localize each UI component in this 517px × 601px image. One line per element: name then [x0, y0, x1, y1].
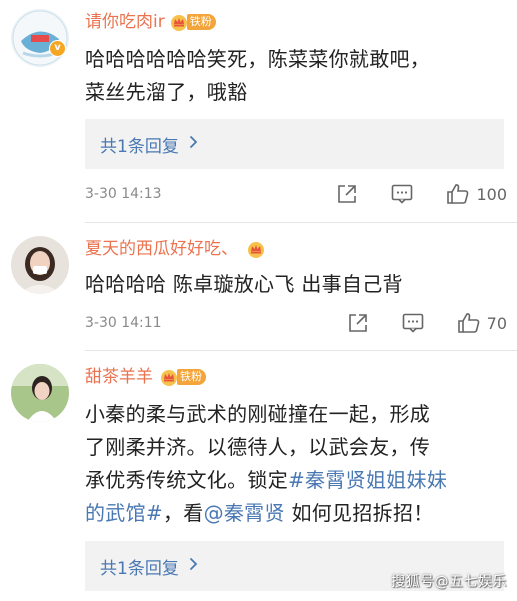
- like-icon: [457, 311, 481, 335]
- comment-text-segment: 如何见招拆招！: [284, 501, 434, 525]
- comment-button[interactable]: [391, 184, 413, 204]
- comment-text-segment: 承优秀传统文化。锁定: [85, 468, 288, 492]
- username[interactable]: 夏天的西瓜好好吃、: [85, 238, 238, 260]
- username[interactable]: 甜茶羊羊: [85, 366, 153, 388]
- watermark: 搜狐号@五七娱乐: [391, 574, 507, 590]
- comment-text-line: 菜丝先溜了，哦豁: [85, 80, 248, 104]
- mention-link[interactable]: @秦霄贤: [204, 501, 285, 525]
- avatar[interactable]: [11, 236, 69, 294]
- comment-text: 小秦的柔与武术的刚碰撞在一起，形成 了刚柔并济。以德待人，以武会友，传 承优秀传…: [85, 398, 505, 530]
- comment-text-line: 小秦的柔与武术的刚碰撞在一起，形成: [85, 402, 431, 426]
- like-count: 100: [476, 184, 507, 204]
- reply-count-label: 共1条回复: [100, 136, 179, 157]
- timestamp: 3-30 14:13: [85, 186, 162, 202]
- comment-text: 哈哈哈哈哈哈笑死，陈菜菜你就敢吧， 菜丝先溜了，哦豁: [85, 43, 505, 109]
- comment-text-line: 的武馆#，看@秦霄贤 如何见招拆招！: [85, 497, 505, 530]
- comment-text: 哈哈哈哈 陈卓璇放心飞 出事自己背: [85, 268, 505, 301]
- comment-text-line: 哈哈哈哈哈哈笑死，陈菜菜你就敢吧，: [85, 47, 431, 71]
- comment-button[interactable]: [402, 313, 424, 333]
- verified-v-icon: v: [49, 40, 66, 57]
- share-button[interactable]: [347, 312, 369, 334]
- crown-icon: [246, 239, 266, 259]
- hashtag-link[interactable]: 的武馆#: [85, 501, 163, 525]
- like-icon: [446, 182, 470, 206]
- crown-icon: [169, 12, 189, 32]
- share-icon: [347, 312, 369, 334]
- reply-count-label: 共1条回复: [100, 558, 179, 579]
- like-button[interactable]: 100: [446, 182, 507, 206]
- like-count: 70: [486, 313, 507, 333]
- chevron-right-icon: [189, 135, 198, 153]
- divider: [85, 350, 517, 351]
- avatar[interactable]: [11, 9, 69, 67]
- chevron-right-icon: [189, 557, 198, 575]
- comment-text-line: 承优秀传统文化。锁定#秦霄贤姐姐妹妹: [85, 464, 505, 497]
- crown-icon: [159, 367, 179, 387]
- fan-badge: 铁粉: [177, 369, 206, 385]
- like-button[interactable]: 70: [457, 311, 507, 335]
- comment-text-line: 了刚柔并济。以德待人，以武会友，传: [85, 435, 431, 459]
- hashtag-link[interactable]: #秦霄贤姐姐妹妹: [288, 468, 447, 492]
- fan-badge: 铁粉: [186, 14, 216, 30]
- comment-text-segment: ，看: [162, 501, 204, 525]
- timestamp: 3-30 14:11: [85, 315, 162, 331]
- comment-icon: [391, 184, 413, 204]
- share-icon: [336, 183, 358, 205]
- username[interactable]: 请你吃肉ir: [85, 11, 165, 33]
- comment-icon: [402, 313, 424, 333]
- avatar[interactable]: [11, 364, 69, 422]
- share-button[interactable]: [336, 183, 358, 205]
- comment-text-line: 哈哈哈哈 陈卓璇放心飞 出事自己背: [85, 272, 403, 296]
- divider: [85, 222, 517, 223]
- view-replies-button[interactable]: 共1条回复: [85, 119, 504, 169]
